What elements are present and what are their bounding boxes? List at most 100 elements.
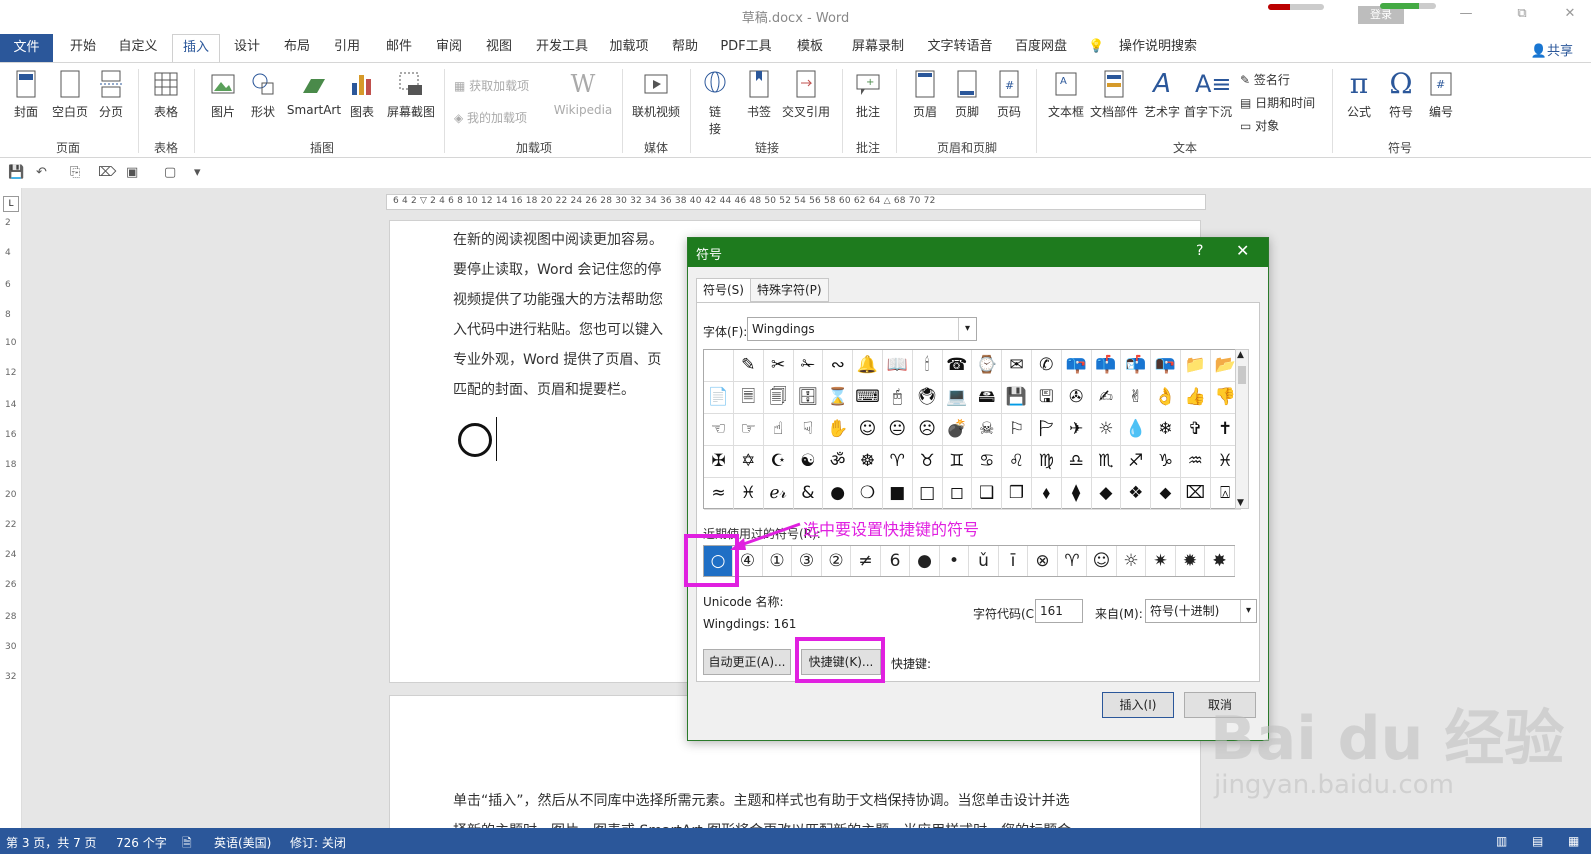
- recent-symbol[interactable]: 6: [881, 546, 910, 576]
- symbol-cell[interactable]: ♓: [733, 478, 764, 510]
- symbol-cell[interactable]: [704, 350, 734, 382]
- symbol-cell[interactable]: ✠: [704, 446, 734, 478]
- symbol-cell[interactable]: ✂: [763, 350, 794, 382]
- date-time-button[interactable]: ▤ 日期和时间: [1240, 94, 1315, 111]
- symbol-cell[interactable]: ■: [882, 478, 913, 510]
- symbol-cell[interactable]: 💾: [1002, 382, 1032, 414]
- dialog-close-button[interactable]: ✕: [1236, 241, 1249, 260]
- symbol-cell[interactable]: ❒: [1002, 478, 1032, 510]
- my-addins-button[interactable]: ◈ 我的加载项: [454, 109, 527, 126]
- symbol-cell[interactable]: ⌨: [853, 382, 883, 414]
- page-count[interactable]: 第 3 页，共 7 页: [6, 834, 97, 851]
- symbol-cell[interactable]: ♉: [912, 446, 943, 478]
- symbol-cell[interactable]: ◆: [1091, 478, 1122, 510]
- tab-home[interactable]: 开始: [60, 34, 106, 62]
- symbol-cell[interactable]: ☎: [942, 350, 973, 382]
- symbol-cell[interactable]: ✇: [1061, 382, 1092, 414]
- horizontal-ruler[interactable]: 6 4 2 ▽ 2 4 6 8 10 12 14 16 18 20 22 24 …: [386, 194, 1206, 210]
- symbol-cell[interactable]: ✡: [733, 446, 764, 478]
- symbol-grid-scrollbar[interactable]: ▲ ▼: [1235, 349, 1249, 509]
- symbol-cell[interactable]: ☹: [912, 414, 943, 446]
- tab-pdf-tools[interactable]: PDF工具: [716, 34, 776, 62]
- tab-view[interactable]: 视图: [478, 34, 520, 62]
- header-button[interactable]: 页眉: [908, 69, 942, 120]
- symbol-cell[interactable]: 🖲: [912, 382, 943, 414]
- page-number-button[interactable]: # 页码: [992, 69, 1026, 120]
- symbol-cell[interactable]: ☞: [733, 414, 764, 446]
- symbol-cell[interactable]: ●: [823, 478, 854, 510]
- symbol-cell[interactable]: ♏: [1091, 446, 1122, 478]
- symbol-cell[interactable]: ℯ𝓇: [763, 478, 794, 510]
- recent-symbol[interactable]: ǔ: [970, 546, 999, 576]
- symbol-cell[interactable]: ♐: [1121, 446, 1152, 478]
- new-doc-icon[interactable]: ▢: [164, 165, 176, 180]
- recent-symbol[interactable]: ☺: [1088, 546, 1117, 576]
- tab-addins[interactable]: 加载项: [604, 34, 654, 62]
- symbol-cell[interactable]: 💣: [942, 414, 973, 446]
- symbol-cell[interactable]: 📁: [1180, 350, 1211, 382]
- wordart-button[interactable]: A 艺术字: [1142, 69, 1182, 120]
- tab-insert[interactable]: 插入: [172, 34, 220, 63]
- symbol-cell[interactable]: ≈: [704, 478, 734, 510]
- symbol-cell[interactable]: 👌: [1151, 382, 1181, 414]
- language-status[interactable]: 英语(美国): [214, 834, 271, 851]
- pictures-button[interactable]: 图片: [206, 69, 240, 120]
- word-count[interactable]: 726 个字: [116, 834, 167, 851]
- proofing-icon[interactable]: 🗎: [182, 834, 192, 854]
- tab-design[interactable]: 设计: [226, 34, 268, 62]
- quick-parts-button[interactable]: 文档部件: [1088, 69, 1140, 120]
- recent-symbol[interactable]: ≠: [852, 546, 881, 576]
- undo-icon[interactable]: ↶: [36, 165, 47, 180]
- tab-baidu-netdisk[interactable]: 百度网盘: [1008, 34, 1074, 62]
- symbol-cell[interactable]: 📖: [882, 350, 913, 382]
- customize-qat-icon[interactable]: ▾: [194, 165, 201, 180]
- symbol-cell[interactable]: ♑: [1151, 446, 1181, 478]
- symbol-cell[interactable]: ॐ: [823, 446, 854, 478]
- page-break-button[interactable]: 分页: [94, 69, 128, 120]
- recent-symbol[interactable]: ✸: [1206, 546, 1235, 576]
- tab-layout[interactable]: 布局: [276, 34, 318, 62]
- recent-symbol[interactable]: ⊗: [1029, 546, 1058, 576]
- symbol-cell[interactable]: ⬧: [1031, 478, 1062, 510]
- tab-references[interactable]: 引用: [326, 34, 368, 62]
- symbol-cell[interactable]: ☼: [1091, 414, 1122, 446]
- symbol-cell[interactable]: 🔔: [853, 350, 883, 382]
- symbol-cell[interactable]: 📄: [704, 382, 734, 414]
- symbol-cell[interactable]: ☟: [793, 414, 824, 446]
- wikipedia-button[interactable]: W Wikipedia: [552, 69, 614, 117]
- close-window-button[interactable]: ✕: [1560, 6, 1580, 24]
- symbol-cell[interactable]: 🕯: [912, 350, 943, 382]
- symbol-cell[interactable]: 🏱: [1031, 414, 1062, 446]
- tab-file[interactable]: 文件: [0, 34, 53, 62]
- symbol-cell[interactable]: 🖴: [972, 382, 1003, 414]
- symbol-cell[interactable]: ∾: [823, 350, 854, 382]
- symbol-cell[interactable]: 💻: [942, 382, 973, 414]
- blank-page-button[interactable]: 空白页: [48, 69, 92, 120]
- symbol-cell[interactable]: 😐: [882, 414, 913, 446]
- symbol-cell[interactable]: 🖰: [882, 382, 913, 414]
- symbol-cell[interactable]: ❍: [853, 478, 883, 510]
- signature-line-button[interactable]: ✎ 签名行: [1240, 71, 1290, 88]
- screenshot-button[interactable]: 屏幕截图: [384, 69, 438, 120]
- symbol-cell[interactable]: ◻: [942, 478, 973, 510]
- symbol-cell[interactable]: ⌚: [972, 350, 1003, 382]
- comment-button[interactable]: + 批注: [852, 69, 884, 120]
- save-icon[interactable]: 💾: [8, 165, 24, 180]
- recent-symbol[interactable]: ☼: [1117, 546, 1146, 576]
- tab-tts[interactable]: 文字转语音: [920, 34, 1000, 62]
- get-addins-button[interactable]: ▦ 获取加载项: [454, 77, 529, 94]
- symbol-cell[interactable]: ❑: [972, 478, 1003, 510]
- tab-review[interactable]: 审阅: [428, 34, 470, 62]
- symbol-cell[interactable]: ☯: [793, 446, 824, 478]
- symbol-cell[interactable]: 📬: [1121, 350, 1152, 382]
- symbol-cell[interactable]: 📫: [1091, 350, 1122, 382]
- symbol-cell[interactable]: 💧: [1121, 414, 1152, 446]
- symbol-cell[interactable]: ☸: [853, 446, 883, 478]
- symbol-cell[interactable]: ✉: [1002, 350, 1032, 382]
- recent-symbol[interactable]: ②: [822, 546, 851, 576]
- cover-page-button[interactable]: 封面: [8, 69, 44, 120]
- format-painter-icon[interactable]: ⌦: [98, 165, 116, 180]
- bookmark-button[interactable]: 书签: [742, 69, 776, 120]
- restore-button[interactable]: ⧉: [1512, 6, 1532, 24]
- symbol-cell[interactable]: ✌: [1121, 382, 1152, 414]
